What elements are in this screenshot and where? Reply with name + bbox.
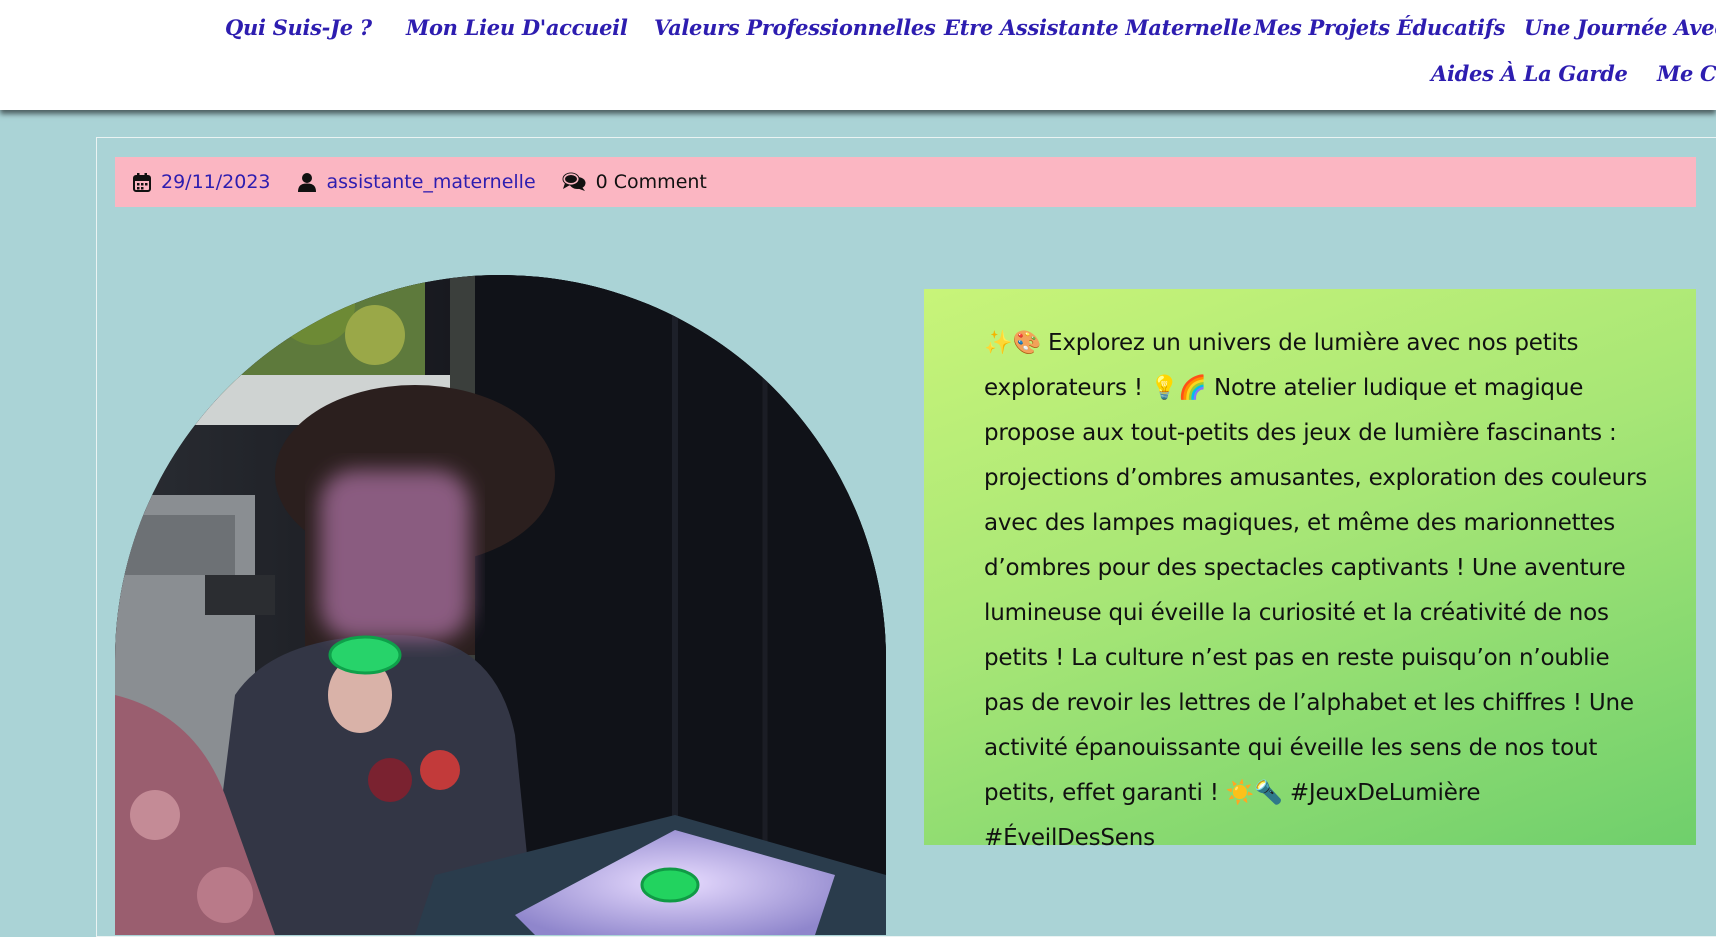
post-date[interactable]: 29/11/2023	[133, 171, 271, 193]
nav-link-mon-lieu-daccueil[interactable]: Mon Lieu D'accueil	[406, 15, 628, 40]
nav-link-valeurs-professionnelles[interactable]: Valeurs Professionnelles	[654, 15, 936, 40]
nav-link-aides-a-la-garde[interactable]: Aides À La Garde	[1431, 61, 1628, 86]
comments-icon	[562, 172, 586, 191]
post-author-text[interactable]: assistante_maternelle	[327, 171, 536, 193]
user-icon	[297, 173, 316, 192]
nav-link-etre-assistante-maternelle[interactable]: Etre Assistante Maternelle	[944, 15, 1252, 40]
main-nav-row-1: Qui Suis-Je ? Mon Lieu D'accueil Valeurs…	[0, 15, 1716, 55]
post-comments-text: 0 Comment	[595, 171, 707, 193]
calendar-icon	[133, 172, 151, 192]
post-date-text[interactable]: 29/11/2023	[161, 171, 271, 193]
nav-link-me-contacter[interactable]: Me Co	[1657, 61, 1716, 86]
post-description-text: ✨🎨 Explorez un univers de lumière avec n…	[984, 330, 1648, 851]
nav-link-une-journee[interactable]: Une Journée Avec C	[1524, 15, 1716, 40]
post-author[interactable]: assistante_maternelle	[297, 171, 536, 193]
post-description-card: ✨🎨 Explorez un univers de lumière avec n…	[924, 289, 1696, 851]
nav-link-mes-projets-educatifs[interactable]: Mes Projets Éducatifs	[1254, 15, 1505, 40]
main-nav-row-2: Aides À La Garde Me Co	[0, 61, 1716, 101]
nav-link-qui-suis-je[interactable]: Qui Suis-Je ?	[225, 15, 372, 40]
post-meta-bar: 29/11/2023 assistante_maternelle 0 Comme…	[115, 157, 1696, 207]
site-header: Qui Suis-Je ? Mon Lieu D'accueil Valeurs…	[0, 0, 1716, 110]
post-comments[interactable]: 0 Comment	[562, 171, 707, 193]
